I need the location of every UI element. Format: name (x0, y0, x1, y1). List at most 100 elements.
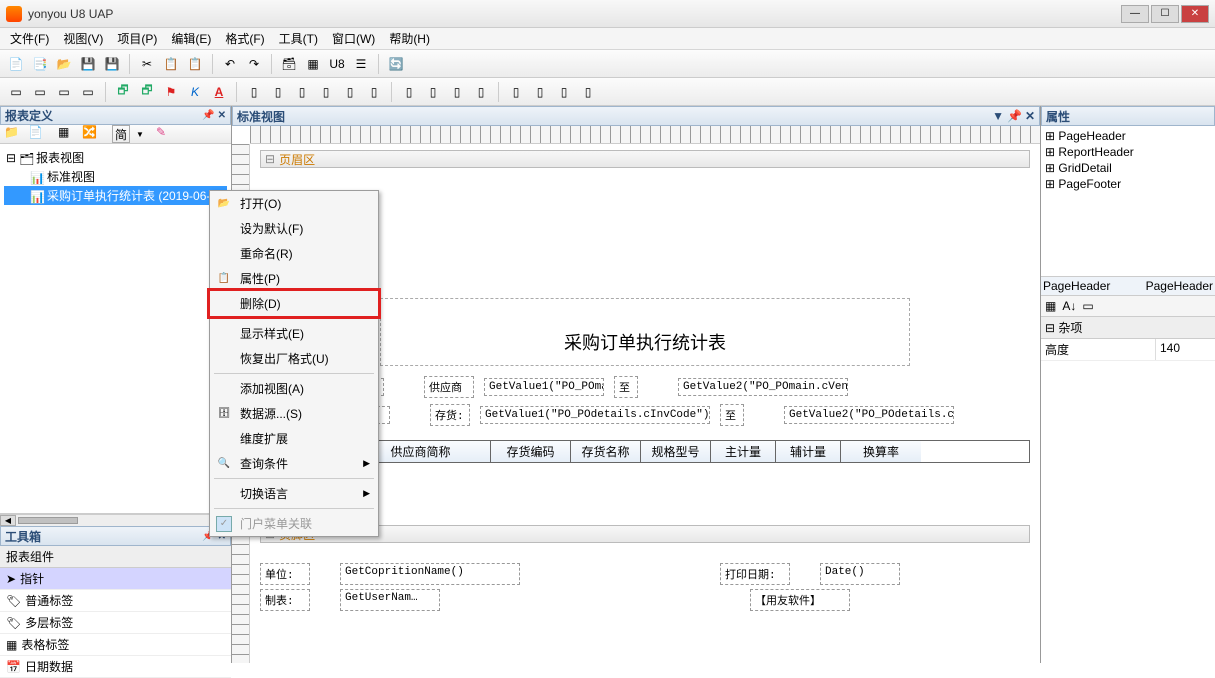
report-tree[interactable]: ⊟ 🗂 报表视图 📊 标准视图 📊 采购订单执行统计表 (2019-06-10 (0, 144, 231, 514)
tb-u8-icon[interactable]: U8 (327, 54, 347, 74)
prop-value[interactable]: 140 (1155, 339, 1215, 360)
tb-row1-icon[interactable]: ▭ (6, 82, 26, 102)
categorize-icon[interactable]: ▦ (1045, 299, 1056, 313)
ctx-delete[interactable]: 删除(D) (207, 288, 381, 319)
col-header[interactable]: 主计量 (711, 441, 776, 462)
tb-a-icon[interactable]: A (209, 82, 229, 102)
tb-size2-icon[interactable]: ▯ (471, 82, 491, 102)
tb-space1-icon[interactable]: ▯ (506, 82, 526, 102)
tb-save-icon[interactable]: 💾 (78, 54, 98, 74)
maximize-button[interactable]: ☐ (1151, 5, 1179, 23)
component-pointer[interactable]: ➤指针 (0, 568, 231, 590)
field-cell[interactable]: GetValue1("PO_POma… (484, 378, 604, 396)
mini-lang-dropdown[interactable]: 简 (112, 125, 130, 143)
minimize-button[interactable]: — (1121, 5, 1149, 23)
ctx-dimension-ext[interactable]: 维度扩展 (210, 426, 378, 451)
field-cell[interactable]: 【用友软件】 (750, 589, 850, 611)
close-icon[interactable]: ✕ (1025, 109, 1035, 123)
mini-sheet-icon[interactable]: 📄 (28, 125, 46, 143)
dropdown-icon[interactable]: ▼ (992, 109, 1004, 123)
tb-paste-icon[interactable]: 📋 (185, 54, 205, 74)
tb-back-icon[interactable]: 🗗 (137, 82, 157, 102)
tree-root[interactable]: ⊟ 🗂 报表视图 (4, 148, 227, 167)
unit-label[interactable]: 单位: (260, 563, 310, 585)
tree-h-scrollbar[interactable]: ◀ ▶ (0, 514, 231, 526)
tb-copy-icon[interactable]: 📑 (30, 54, 50, 74)
ctx-data-source[interactable]: 🗄数据源...(S) (210, 401, 378, 426)
menu-view[interactable]: 视图(V) (57, 28, 109, 49)
tree-item-po-stats[interactable]: 📊 采购订单执行统计表 (2019-06-10 (4, 186, 227, 205)
tb-db-icon[interactable]: 🗃 (279, 54, 299, 74)
component-tablelabel[interactable]: ▦表格标签 (0, 634, 231, 656)
printdate-label[interactable]: 打印日期: (720, 563, 790, 585)
menu-help[interactable]: 帮助(H) (383, 28, 436, 49)
menu-file[interactable]: 文件(F) (4, 28, 55, 49)
outline-item[interactable]: ⊞ GridDetail (1045, 160, 1211, 176)
component-group[interactable]: 报表组件 (0, 546, 231, 568)
tb-size-icon[interactable]: ▯ (447, 82, 467, 102)
outline-item[interactable]: ⊞ PageHeader (1045, 128, 1211, 144)
ctx-open[interactable]: 📂打开(O) (210, 191, 378, 216)
tb-space2-icon[interactable]: ▯ (530, 82, 550, 102)
scroll-thumb[interactable] (18, 517, 78, 524)
mini-wand-icon[interactable]: ✎ (156, 125, 174, 143)
tb-align-m-icon[interactable]: ▯ (340, 82, 360, 102)
field-cell[interactable]: GetValue2("PO_POmain.cVen… (678, 378, 848, 396)
pin-icon[interactable]: 📌 (1007, 109, 1022, 123)
chevron-down-icon[interactable]: ▼ (136, 130, 144, 139)
field-cell[interactable]: Date() (820, 563, 900, 585)
mini-sort-icon[interactable]: 🔀 (82, 125, 100, 143)
tb-refresh-icon[interactable]: 🔄 (386, 54, 406, 74)
tb-redo-icon[interactable]: ↷ (244, 54, 264, 74)
pages-icon[interactable]: ▭ (1082, 299, 1093, 313)
field-cell[interactable]: GetValue1("PO_POdetails.cInvCode") (480, 406, 710, 424)
tb-align-l-icon[interactable]: ▯ (244, 82, 264, 102)
field-cell[interactable]: GetValue2("PO_POdetails.c… (784, 406, 954, 424)
sort-az-icon[interactable]: A↓ (1062, 299, 1076, 313)
ctx-add-view[interactable]: 添加视图(A) (210, 376, 378, 401)
section-outline[interactable]: ⊞ PageHeader ⊞ ReportHeader ⊞ GridDetail… (1041, 126, 1215, 276)
tb-new-icon[interactable]: 📄 (6, 54, 26, 74)
col-header[interactable]: 存货名称 (571, 441, 641, 462)
mini-grid-icon[interactable]: ▦ (58, 125, 76, 143)
tb-grid-icon[interactable]: ▦ (303, 54, 323, 74)
ctx-query-conditions[interactable]: 🔍查询条件▶ (210, 451, 378, 476)
ctx-rename[interactable]: 重命名(R) (210, 241, 378, 266)
to-label[interactable]: 至 (720, 404, 744, 426)
field-cell[interactable]: GetCopritionName() (340, 563, 520, 585)
collapse-icon[interactable]: ⊟ (265, 152, 275, 166)
tb-align-b-icon[interactable]: ▯ (364, 82, 384, 102)
tb-dist-v-icon[interactable]: ▯ (423, 82, 443, 102)
scroll-left-icon[interactable]: ◀ (0, 515, 16, 526)
tb-align-t-icon[interactable]: ▯ (316, 82, 336, 102)
tb-dist-h-icon[interactable]: ▯ (399, 82, 419, 102)
ctx-set-default[interactable]: 设为默认(F) (210, 216, 378, 241)
tb-align-c-icon[interactable]: ▯ (268, 82, 288, 102)
supplier-label[interactable]: 供应商 (424, 376, 474, 398)
tb-open-icon[interactable]: 📂 (54, 54, 74, 74)
menu-tools[interactable]: 工具(T) (273, 28, 324, 49)
tb-row2-icon[interactable]: ▭ (30, 82, 50, 102)
menu-window[interactable]: 窗口(W) (326, 28, 381, 49)
tb-saveall-icon[interactable]: 💾 (102, 54, 122, 74)
col-header[interactable]: 存货编码 (491, 441, 571, 462)
menu-edit[interactable]: 编辑(E) (165, 28, 217, 49)
pin-icon[interactable]: 📌 ✕ (202, 110, 226, 121)
ctx-restore-factory[interactable]: 恢复出厂格式(U) (210, 346, 378, 371)
tb-flag-icon[interactable]: ⚑ (161, 82, 181, 102)
tb-front-icon[interactable]: 🗗 (113, 82, 133, 102)
tb-row4-icon[interactable]: ▭ (78, 82, 98, 102)
col-header[interactable]: 换算率 (841, 441, 921, 462)
ctx-display-style[interactable]: 显示样式(E) (210, 321, 378, 346)
component-datedata[interactable]: 📅日期数据 (0, 656, 231, 678)
close-button[interactable]: ✕ (1181, 5, 1209, 23)
stock-label[interactable]: 存货: (430, 404, 470, 426)
tb-space3-icon[interactable]: ▯ (554, 82, 574, 102)
tb-row3-icon[interactable]: ▭ (54, 82, 74, 102)
report-title[interactable]: 采购订单执行统计表 (380, 298, 910, 366)
tb-list-icon[interactable]: ☰ (351, 54, 371, 74)
author-label[interactable]: 制表: (260, 589, 310, 611)
prop-group[interactable]: ⊟ 杂项 (1041, 317, 1215, 339)
tb-align-r-icon[interactable]: ▯ (292, 82, 312, 102)
col-header[interactable]: 规格型号 (641, 441, 711, 462)
